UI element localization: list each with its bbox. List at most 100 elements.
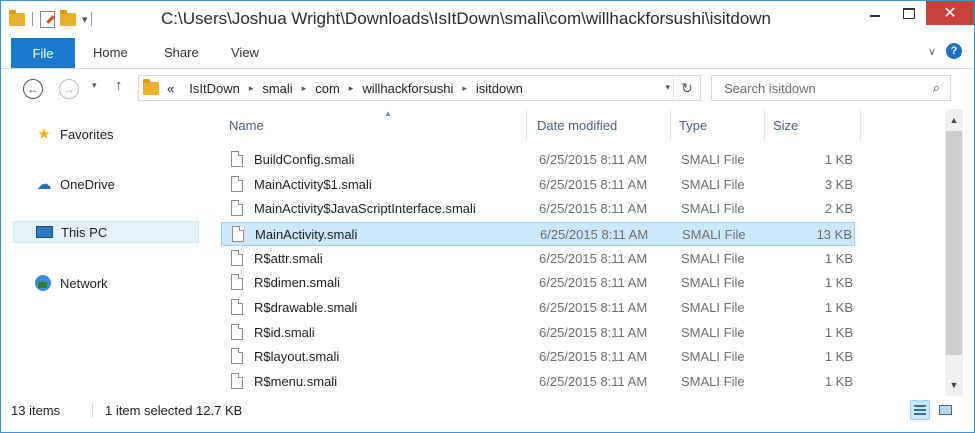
- file-size: 1 KB: [824, 325, 853, 340]
- file-row[interactable]: R$drawable.smali 6/25/2015 8:11 AM SMALI…: [221, 296, 855, 320]
- breadcrumb-item-isitdown[interactable]: isitdown: [476, 81, 523, 96]
- separator: [32, 12, 33, 26]
- nav-item-favorites[interactable]: ★ Favorites: [35, 123, 113, 145]
- file-name: R$drawable.smali: [254, 300, 358, 315]
- file-date: 6/25/2015 8:11 AM: [539, 349, 648, 364]
- breadcrumb-separator[interactable]: ▸: [249, 83, 254, 94]
- search-input[interactable]: [722, 80, 916, 97]
- file-row[interactable]: R$attr.smali 6/25/2015 8:11 AM SMALI Fil…: [221, 247, 855, 271]
- breadcrumb-item-willhackforsushi[interactable]: willhackforsushi: [362, 81, 453, 96]
- network-icon: [35, 275, 51, 291]
- column-header-name[interactable]: Name ▲: [221, 109, 527, 141]
- file-row[interactable]: MainActivity$1.smali 6/25/2015 8:11 AM S…: [221, 173, 855, 197]
- file-date: 6/25/2015 8:11 AM: [539, 201, 648, 216]
- breadcrumb-separator[interactable]: ▸: [349, 83, 354, 94]
- file-icon: [232, 226, 244, 242]
- file-row[interactable]: R$layout.smali 6/25/2015 8:11 AM SMALI F…: [221, 345, 855, 369]
- breadcrumb-item-isitdown-root[interactable]: IsItDown: [189, 81, 240, 96]
- nav-item-this-pc[interactable]: This PC: [13, 221, 199, 243]
- breadcrumb-item-com[interactable]: com: [315, 81, 340, 96]
- scroll-up-button[interactable]: ▲: [945, 111, 963, 129]
- nav-item-label: This PC: [61, 224, 108, 240]
- file-row[interactable]: R$dimen.smali 6/25/2015 8:11 AM SMALI Fi…: [221, 271, 855, 295]
- file-size: 1 KB: [824, 275, 853, 290]
- folder-icon[interactable]: [9, 10, 25, 27]
- maximize-icon: [903, 7, 915, 19]
- file-row[interactable]: R$menu.smali 6/25/2015 8:11 AM SMALI Fil…: [221, 370, 855, 394]
- tab-share[interactable]: Share: [164, 45, 199, 60]
- up-button[interactable]: ↑: [115, 77, 123, 94]
- forward-button[interactable]: →: [59, 79, 79, 99]
- tab-home[interactable]: Home: [93, 45, 128, 60]
- window-controls: ✕: [858, 1, 974, 25]
- nav-item-label: Network: [60, 275, 108, 291]
- search-box[interactable]: ⌕: [711, 75, 951, 101]
- file-date: 6/25/2015 8:11 AM: [539, 275, 648, 290]
- file-icon: [231, 176, 243, 192]
- breadcrumb-separator[interactable]: ▸: [462, 83, 467, 94]
- address-dropdown-button[interactable]: ▾: [665, 82, 670, 93]
- file-icon: [231, 151, 243, 167]
- nav-item-onedrive[interactable]: ☁ OneDrive: [35, 173, 115, 195]
- file-row-selected[interactable]: MainActivity.smali 6/25/2015 8:11 AM SMA…: [221, 222, 855, 246]
- file-date: 6/25/2015 8:11 AM: [539, 152, 648, 167]
- file-icon: [231, 348, 243, 364]
- file-icon: [231, 200, 243, 216]
- file-name: R$menu.smali: [254, 374, 338, 389]
- scrollbar-thumb[interactable]: [946, 131, 962, 355]
- breadcrumb-item-smali[interactable]: smali: [262, 81, 292, 96]
- breadcrumb-separator[interactable]: ▸: [302, 83, 307, 94]
- file-date: 6/25/2015 8:11 AM: [539, 374, 648, 389]
- column-header-label: Name: [229, 117, 264, 133]
- quick-access-toolbar: ▾: [9, 9, 99, 29]
- file-icon: [231, 373, 243, 389]
- vertical-scrollbar[interactable]: ▲ ▼: [945, 109, 963, 396]
- properties-icon[interactable]: [40, 11, 56, 28]
- large-icons-view-button[interactable]: [935, 400, 955, 420]
- file-name: MainActivity$JavaScriptInterface.smali: [254, 201, 476, 216]
- column-header-date-modified[interactable]: Date modified: [529, 109, 671, 141]
- customize-toolbar-button[interactable]: ▾: [82, 13, 88, 26]
- column-header-size[interactable]: Size: [765, 109, 861, 141]
- tab-view[interactable]: View: [231, 45, 259, 60]
- file-date: 6/25/2015 8:11 AM: [539, 251, 648, 266]
- file-name: R$layout.smali: [254, 349, 340, 364]
- file-type: SMALI File: [681, 251, 745, 266]
- file-size: 2 KB: [824, 201, 853, 216]
- minimize-button[interactable]: [858, 1, 892, 25]
- maximize-button[interactable]: [892, 1, 926, 25]
- refresh-button[interactable]: ↻: [673, 76, 700, 100]
- column-header-type[interactable]: Type: [671, 109, 765, 141]
- search-icon[interactable]: ⌕: [933, 80, 940, 96]
- chevron-down-icon[interactable]: ∨: [928, 45, 936, 58]
- refresh-icon: ↻: [681, 79, 693, 96]
- help-icon[interactable]: ?: [946, 43, 962, 59]
- address-bar[interactable]: « IsItDown ▸ smali ▸ com ▸ willhackforsu…: [138, 75, 701, 101]
- recent-locations-button[interactable]: ▾: [92, 80, 97, 91]
- explorer-window: ▾ C:\Users\Joshua Wright\Downloads\IsItD…: [0, 0, 975, 433]
- folder-icon: [143, 78, 159, 95]
- column-header-label: Size: [773, 117, 799, 133]
- back-button[interactable]: ←: [23, 79, 43, 99]
- file-row[interactable]: BuildConfig.smali 6/25/2015 8:11 AM SMAL…: [221, 148, 855, 172]
- file-date: 6/25/2015 8:11 AM: [539, 300, 648, 315]
- file-row[interactable]: R$id.smali 6/25/2015 8:11 AM SMALI File …: [221, 321, 855, 345]
- file-type: SMALI File: [681, 275, 745, 290]
- scroll-down-button[interactable]: ▼: [945, 376, 963, 394]
- file-icon: [231, 324, 243, 340]
- separator: [92, 403, 93, 418]
- tab-file[interactable]: File: [11, 38, 75, 68]
- file-size: 1 KB: [824, 374, 853, 389]
- details-view-button[interactable]: [910, 400, 930, 420]
- computer-icon: [36, 226, 53, 238]
- close-button[interactable]: ✕: [926, 1, 974, 25]
- column-header-label: Date modified: [537, 117, 618, 133]
- new-folder-icon[interactable]: [60, 10, 76, 27]
- file-name: BuildConfig.smali: [254, 152, 355, 167]
- file-row[interactable]: MainActivity$JavaScriptInterface.smali 6…: [221, 197, 855, 221]
- file-type: SMALI File: [681, 177, 745, 192]
- nav-item-label: OneDrive: [60, 176, 115, 192]
- breadcrumb-overflow[interactable]: «: [167, 81, 174, 96]
- selection-info: 1 item selected 12.7 KB: [105, 403, 243, 418]
- nav-item-network[interactable]: Network: [35, 272, 108, 294]
